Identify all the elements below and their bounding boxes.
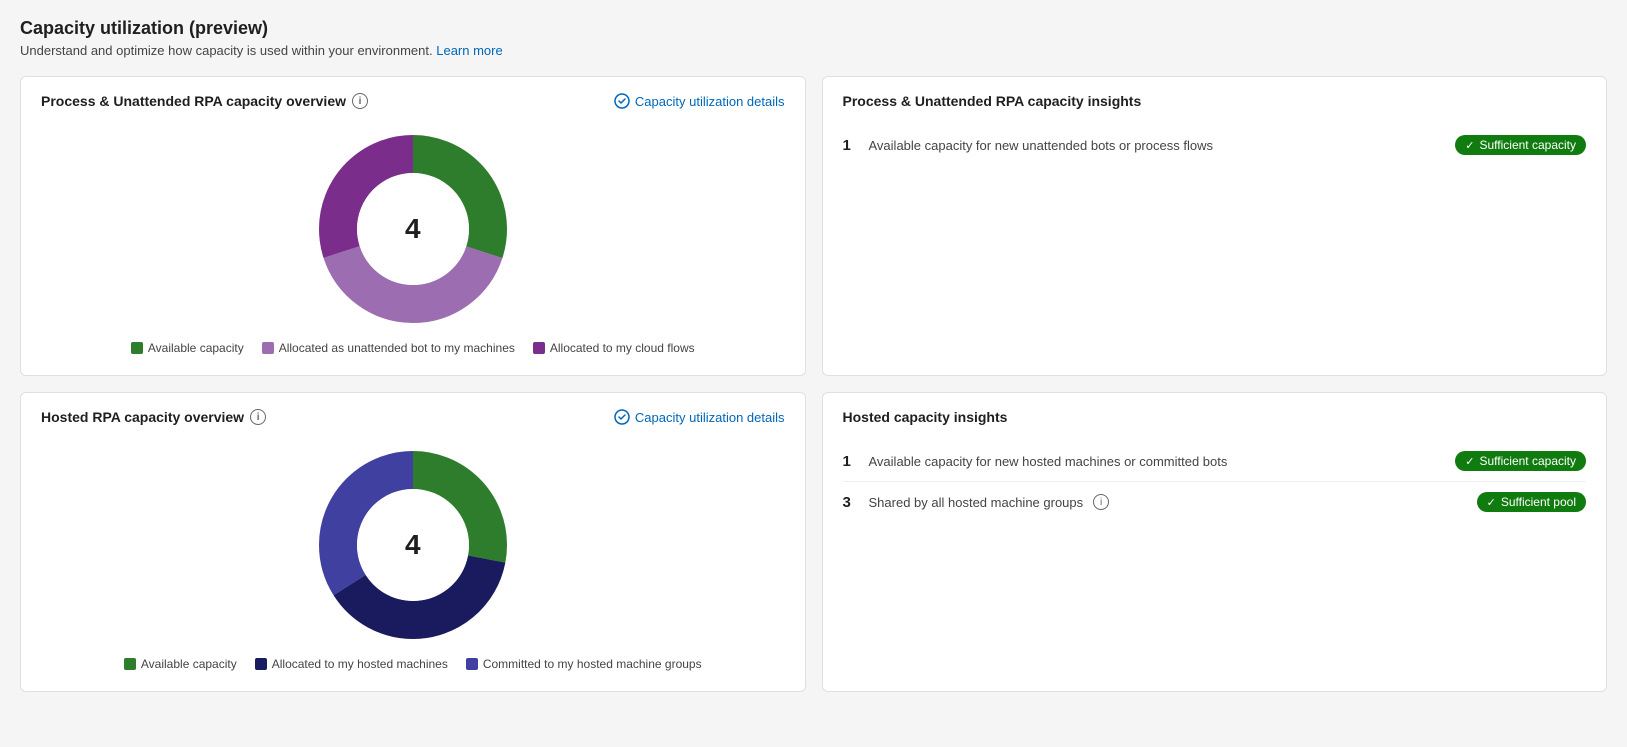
- main-grid: Process & Unattended RPA capacity overvi…: [20, 76, 1607, 692]
- hosted-legend-dot-0: [124, 658, 136, 670]
- process-insight-badge-0: ✓ Sufficient capacity: [1455, 135, 1586, 155]
- process-legend-item-2: Allocated to my cloud flows: [533, 341, 695, 355]
- process-legend-item-0: Available capacity: [131, 341, 244, 355]
- hosted-legend-dot-2: [466, 658, 478, 670]
- hosted-legend-item-0: Available capacity: [124, 657, 237, 671]
- hosted-insight-number-1: 3: [843, 494, 859, 511]
- hosted-insight-left-0: 1 Available capacity for new hosted mach…: [843, 453, 1228, 470]
- hosted-overview-title-area: Hosted RPA capacity overview i: [41, 409, 266, 425]
- process-insight-row-0: 1 Available capacity for new unattended …: [843, 125, 1587, 165]
- process-legend-dot-0: [131, 342, 143, 354]
- process-overview-title-area: Process & Unattended RPA capacity overvi…: [41, 93, 368, 109]
- hosted-insight-row-1: 3 Shared by all hosted machine groups i …: [843, 482, 1587, 522]
- process-donut-wrapper: 4: [313, 129, 513, 329]
- process-overview-card: Process & Unattended RPA capacity overvi…: [20, 76, 806, 376]
- learn-more-link[interactable]: Learn more: [436, 43, 502, 58]
- hosted-insights-title: Hosted capacity insights: [843, 409, 1587, 425]
- capacity-link-icon: [614, 93, 630, 109]
- hosted-overview-title: Hosted RPA capacity overview: [41, 409, 244, 425]
- hosted-insight-number-0: 1: [843, 453, 859, 470]
- hosted-insight-row-0: 1 Available capacity for new hosted mach…: [843, 441, 1587, 482]
- process-legend-item-1: Allocated as unattended bot to my machin…: [262, 341, 515, 355]
- process-insight-number-0: 1: [843, 137, 859, 154]
- process-badge-check-icon-0: ✓: [1465, 139, 1474, 152]
- hosted-insight-left-1: 3 Shared by all hosted machine groups i: [843, 494, 1110, 511]
- process-insight-text-0: Available capacity for new unattended bo…: [869, 138, 1213, 153]
- hosted-insight-info-icon-1[interactable]: i: [1093, 494, 1109, 510]
- hosted-capacity-link-icon: [614, 409, 630, 425]
- page-title: Capacity utilization (preview): [20, 18, 1607, 39]
- process-donut-center: 4: [405, 213, 421, 245]
- process-insights-title: Process & Unattended RPA capacity insigh…: [843, 93, 1587, 109]
- hosted-badge-check-icon-0: ✓: [1465, 455, 1474, 468]
- hosted-donut-wrapper: 4: [313, 445, 513, 645]
- hosted-legend-item-1: Allocated to my hosted machines: [255, 657, 448, 671]
- hosted-insight-badge-0: ✓ Sufficient capacity: [1455, 451, 1586, 471]
- process-legend: Available capacity Allocated as unattend…: [131, 341, 695, 355]
- process-legend-label-2: Allocated to my cloud flows: [550, 341, 695, 355]
- hosted-legend: Available capacity Allocated to my hoste…: [124, 657, 702, 671]
- hosted-legend-dot-1: [255, 658, 267, 670]
- process-insight-left-0: 1 Available capacity for new unattended …: [843, 137, 1213, 154]
- page-container: Capacity utilization (preview) Understan…: [0, 0, 1627, 710]
- hosted-legend-item-2: Committed to my hosted machine groups: [466, 657, 702, 671]
- hosted-legend-label-2: Committed to my hosted machine groups: [483, 657, 702, 671]
- hosted-badge-check-icon-1: ✓: [1487, 496, 1496, 509]
- process-overview-details-link[interactable]: Capacity utilization details: [614, 93, 785, 109]
- hosted-insight-badge-1: ✓ Sufficient pool: [1477, 492, 1586, 512]
- hosted-legend-label-0: Available capacity: [141, 657, 237, 671]
- hosted-legend-label-1: Allocated to my hosted machines: [272, 657, 448, 671]
- process-overview-title: Process & Unattended RPA capacity overvi…: [41, 93, 346, 109]
- process-overview-header: Process & Unattended RPA capacity overvi…: [41, 93, 785, 109]
- page-subtitle: Understand and optimize how capacity is …: [20, 43, 1607, 58]
- hosted-overview-details-link[interactable]: Capacity utilization details: [614, 409, 785, 425]
- process-legend-label-0: Available capacity: [148, 341, 244, 355]
- process-insights-card: Process & Unattended RPA capacity insigh…: [822, 76, 1608, 376]
- process-overview-info-icon[interactable]: i: [352, 93, 368, 109]
- process-donut-area: 4 Available capacity Allocated as unatte…: [41, 119, 785, 359]
- hosted-insights-card: Hosted capacity insights 1 Available cap…: [822, 392, 1608, 692]
- hosted-donut-center: 4: [405, 529, 421, 561]
- hosted-donut-area: 4 Available capacity Allocated to my hos…: [41, 435, 785, 675]
- process-legend-dot-2: [533, 342, 545, 354]
- hosted-overview-card: Hosted RPA capacity overview i Capacity …: [20, 392, 806, 692]
- process-legend-label-1: Allocated as unattended bot to my machin…: [279, 341, 515, 355]
- process-legend-dot-1: [262, 342, 274, 354]
- hosted-insight-text-0: Available capacity for new hosted machin…: [869, 454, 1228, 469]
- hosted-insight-text-1: Shared by all hosted machine groups: [869, 495, 1084, 510]
- hosted-overview-header: Hosted RPA capacity overview i Capacity …: [41, 409, 785, 425]
- hosted-overview-info-icon[interactable]: i: [250, 409, 266, 425]
